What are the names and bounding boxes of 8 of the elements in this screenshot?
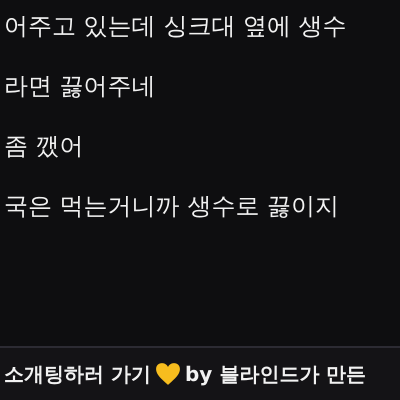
comment-text: 좀 깼어 [4,131,85,162]
promo-banner[interactable]: 소개팅하러 가기 by 블라인드가 만든 [0,346,400,400]
banner-text: 소개팅하러 가기 [4,360,151,388]
comment-text: 라면 끓어주네 [4,71,157,102]
banner-text: by 블라인드가 만든 [184,360,366,388]
comment-text: 국은 먹는거니까 생수로 끓이지 [4,191,340,222]
comment-text: 어주고 있는데 싱크대 옆에 생수 [4,11,348,42]
heart-icon [154,362,181,386]
